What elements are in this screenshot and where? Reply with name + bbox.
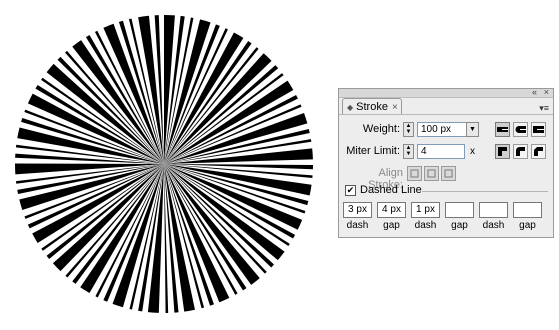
miter-limit-field[interactable]: 4 [417, 144, 465, 159]
close-panel-button[interactable]: × [544, 87, 549, 97]
dash-1-caption: dash [346, 220, 369, 231]
gap-3-caption: gap [519, 220, 536, 231]
align-center-icon [407, 166, 422, 181]
projecting-cap-icon[interactable] [531, 122, 546, 137]
tab-diamond-icon: ◆ [347, 102, 354, 112]
bevel-join-icon[interactable] [531, 144, 546, 159]
gap-2-caption: gap [451, 220, 468, 231]
align-outside-icon [441, 166, 456, 181]
round-cap-icon[interactable] [513, 122, 528, 137]
miter-limit-label: Miter Limit: [346, 145, 400, 157]
radial-stroke-artwork [14, 15, 313, 313]
weight-stepper[interactable]: ▲ ▼ [403, 122, 414, 137]
panel-menu-icon[interactable]: ▾≡ [539, 103, 549, 114]
miter-unit: x [470, 146, 475, 157]
dash-3-caption: dash [482, 220, 505, 231]
dashed-line-checkbox[interactable]: ✔ [345, 185, 356, 196]
round-join-icon[interactable] [513, 144, 528, 159]
section-divider [422, 191, 548, 192]
stroke-panel: « × ◆ Stroke × ▾≡ Weight: ▲ ▼ 100 px ▼ Mi… [338, 87, 554, 238]
dash-1-field[interactable]: 3 px [343, 202, 372, 218]
gap-1-field[interactable]: 4 px [377, 202, 406, 218]
dash-2-caption: dash [414, 220, 437, 231]
gap-1-caption: gap [383, 220, 400, 231]
tab-stroke-label: Stroke [356, 101, 388, 113]
tab-close-icon[interactable]: × [392, 102, 398, 113]
tab-stroke[interactable]: ◆ Stroke × [342, 98, 402, 115]
weight-label: Weight: [362, 123, 400, 135]
dash-3-field[interactable] [479, 202, 508, 218]
weight-dropdown-button[interactable]: ▼ [466, 122, 479, 137]
tab-divider [339, 114, 553, 115]
dash-2-field[interactable]: 1 px [411, 202, 440, 218]
gap-2-field[interactable] [445, 202, 474, 218]
miter-join-icon[interactable] [495, 144, 510, 159]
butt-cap-icon[interactable] [495, 122, 510, 137]
artboard-canvas[interactable] [0, 0, 335, 330]
panel-title-bar[interactable]: « × [339, 87, 553, 98]
gap-3-field[interactable] [513, 202, 542, 218]
dashed-line-label: Dashed Line [360, 184, 422, 196]
align-inside-icon [424, 166, 439, 181]
collapse-panel-button[interactable]: « [532, 87, 537, 97]
miter-limit-stepper[interactable]: ▲ ▼ [403, 144, 414, 159]
